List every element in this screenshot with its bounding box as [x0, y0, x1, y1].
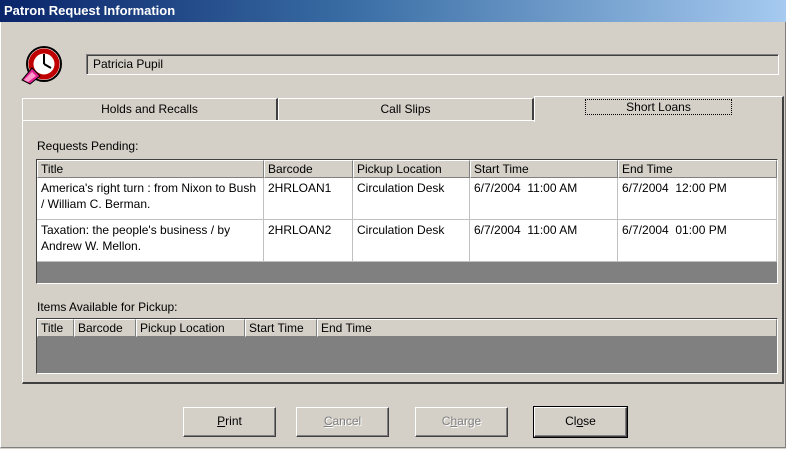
- items-available-label: Items Available for Pickup:: [37, 300, 178, 314]
- cell-end-time: 6/7/2004 12:00 PM: [618, 178, 777, 220]
- items-available-grid[interactable]: Title Barcode Pickup Location Start Time…: [36, 318, 778, 374]
- column-header-barcode[interactable]: Barcode: [74, 319, 136, 337]
- cell-start-time: 6/7/2004 11:00 AM: [470, 178, 618, 220]
- window-title: Patron Request Information: [0, 0, 786, 22]
- tab-holds-and-recalls[interactable]: Holds and Recalls: [22, 98, 278, 120]
- column-header-pickup-location[interactable]: Pickup Location: [136, 319, 245, 337]
- cell-title: America's right turn : from Nixon to Bus…: [37, 178, 264, 220]
- column-header-pickup-location[interactable]: Pickup Location: [353, 160, 470, 178]
- cell-pickup-location: Circulation Desk: [353, 178, 470, 220]
- tab-label: Holds and Recalls: [101, 102, 198, 116]
- column-header-start-time[interactable]: Start Time: [470, 160, 618, 178]
- button-label-mnemonic: P: [217, 414, 226, 428]
- column-header-barcode[interactable]: Barcode: [264, 160, 353, 178]
- button-label-post: arge: [457, 414, 482, 428]
- charge-button[interactable]: Charge: [415, 407, 508, 437]
- requests-pending-grid[interactable]: Title Barcode Pickup Location Start Time…: [36, 159, 778, 284]
- table-row[interactable]: Taxation: the people's business / by And…: [37, 220, 777, 262]
- cell-start-time: 6/7/2004 11:00 AM: [470, 220, 618, 262]
- column-header-start-time[interactable]: Start Time: [245, 319, 317, 337]
- button-label-post: ancel: [332, 414, 362, 428]
- cell-barcode: 2HRLOAN1: [264, 178, 353, 220]
- cell-end-time: 6/7/2004 01:00 PM: [618, 220, 777, 262]
- column-header-end-time[interactable]: End Time: [618, 160, 777, 178]
- cancel-button[interactable]: Cancel: [296, 407, 389, 437]
- requests-pending-label: Requests Pending:: [37, 139, 139, 153]
- cell-pickup-location: Circulation Desk: [353, 220, 470, 262]
- close-button[interactable]: Close: [533, 406, 628, 438]
- patron-name-field: Patricia Pupil: [86, 54, 779, 75]
- grid-header: Title Barcode Pickup Location Start Time…: [37, 160, 777, 178]
- tab-call-slips[interactable]: Call Slips: [278, 98, 534, 120]
- cell-barcode: 2HRLOAN2: [264, 220, 353, 262]
- tab-label: Call Slips: [380, 102, 431, 116]
- cell-title: Taxation: the people's business / by And…: [37, 220, 264, 262]
- tab-short-loans[interactable]: Short Loans: [534, 96, 784, 122]
- button-label-pre: Cl: [565, 414, 577, 428]
- tab-label: Short Loans: [585, 99, 732, 115]
- button-label-post: se: [583, 414, 596, 428]
- grid-header: Title Barcode Pickup Location Start Time…: [37, 319, 777, 337]
- print-button[interactable]: Print: [183, 407, 276, 437]
- table-row[interactable]: America's right turn : from Nixon to Bus…: [37, 178, 777, 220]
- column-header-title[interactable]: Title: [37, 160, 264, 178]
- column-header-title[interactable]: Title: [37, 319, 74, 337]
- column-header-end-time[interactable]: End Time: [317, 319, 777, 337]
- patron-clock-icon: [18, 44, 64, 86]
- button-label-post: rint: [225, 414, 242, 428]
